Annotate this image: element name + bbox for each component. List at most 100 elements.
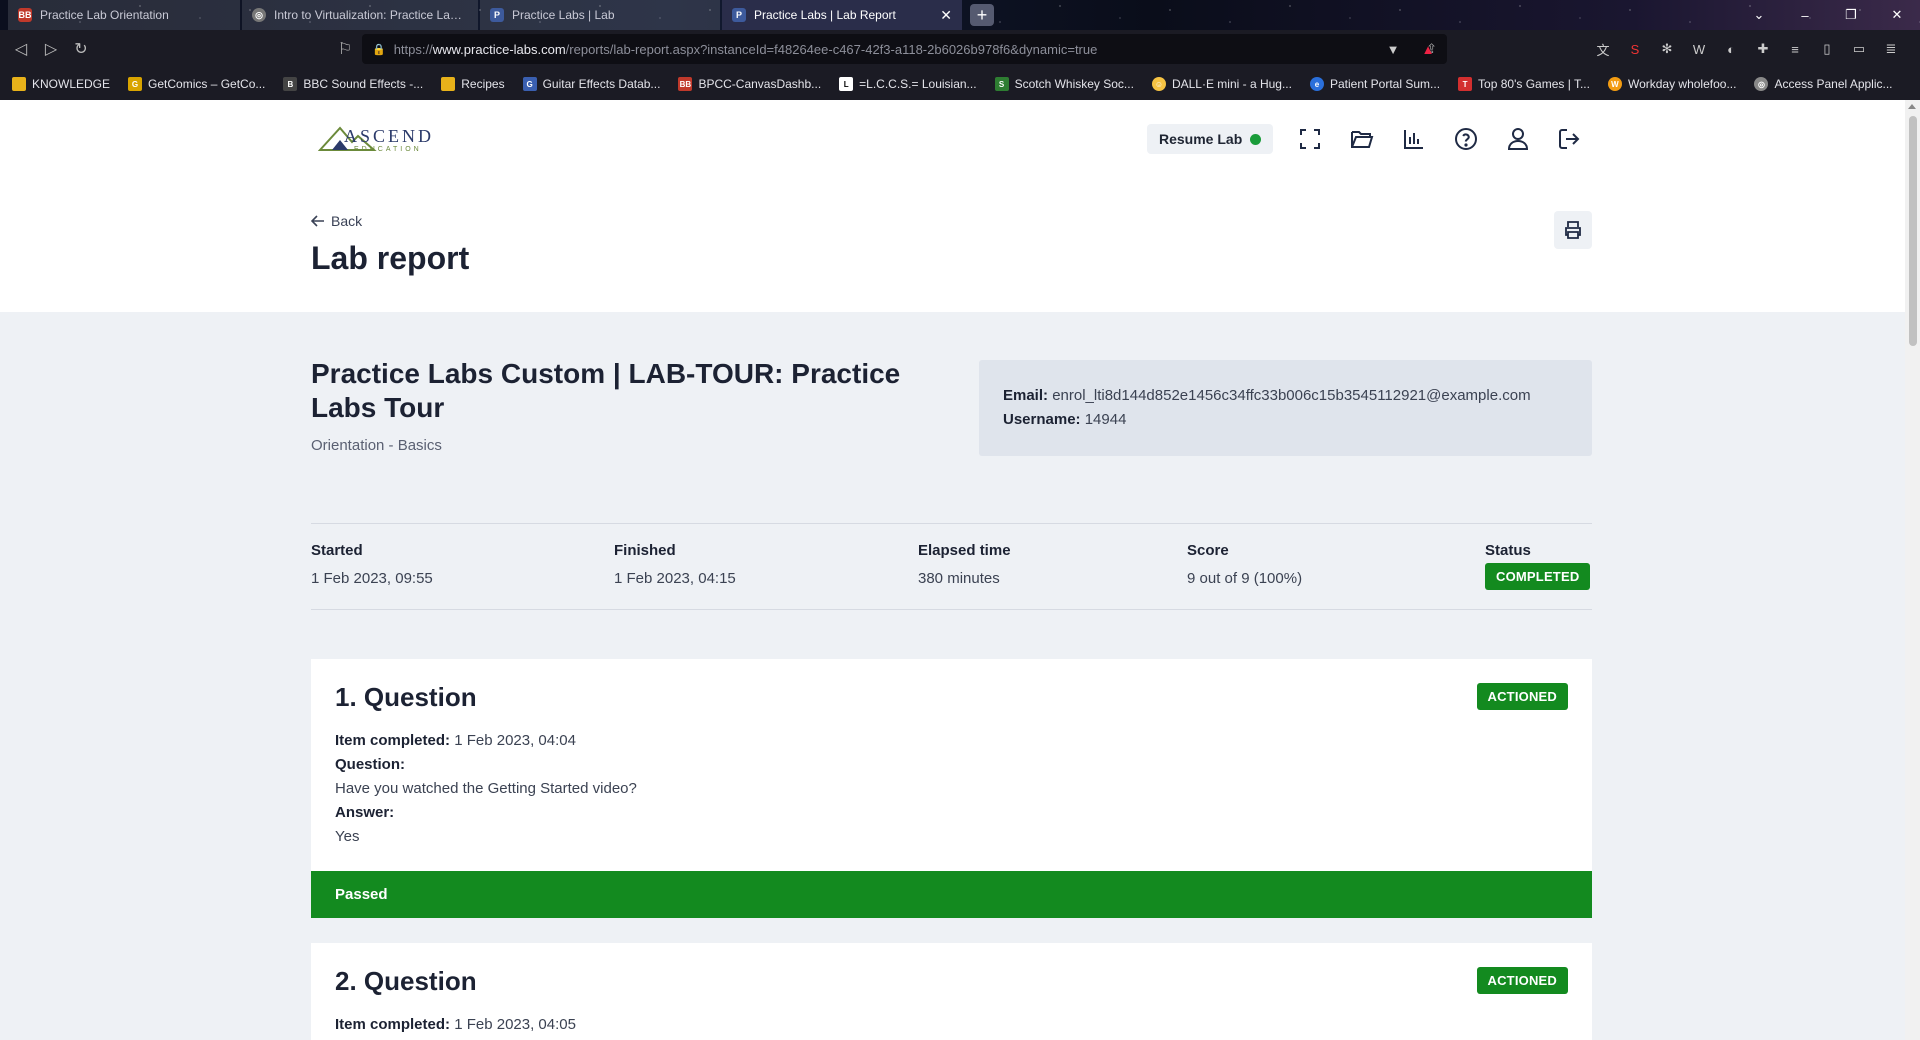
browser-tab-3[interactable]: P Practice Labs | Lab	[480, 0, 720, 30]
header-actions: Resume Lab	[1147, 124, 1585, 154]
s-extension-icon[interactable]: S	[1622, 34, 1648, 64]
browser-tab-4-active[interactable]: P Practice Labs | Lab Report ✕	[722, 0, 962, 30]
restore-icon[interactable]: ❐	[1828, 0, 1874, 30]
tab-label: Intro to Virtualization: Practice Lab Or	[274, 8, 468, 22]
scroll-up-icon[interactable]	[1908, 104, 1916, 109]
brave-rewards-icon[interactable]: ▲	[1415, 34, 1441, 64]
actioned-badge: ACTIONED	[1476, 967, 1568, 994]
globe-favicon-icon: ◎	[252, 8, 266, 22]
browser-toolbar: ◁ ▷ ↻ ⚐ 🔒 https://www.practice-labs.com/…	[0, 30, 1920, 68]
bar-chart-icon[interactable]	[1399, 124, 1429, 154]
bookmark-item[interactable]: e Patient Portal Sum...	[1309, 77, 1440, 91]
close-window-icon[interactable]: ✕	[1874, 0, 1920, 30]
stat-elapsed: Elapsed time 380 minutes	[918, 542, 1011, 587]
username-value: 14944	[1084, 411, 1127, 428]
close-tab-icon[interactable]: ✕	[940, 7, 952, 24]
stat-started: Started 1 Feb 2023, 09:55	[311, 542, 433, 587]
wallet-icon[interactable]: ▭	[1846, 34, 1872, 64]
bookmark-item[interactable]: ◎ Access Panel Applic...	[1754, 77, 1893, 91]
minimize-icon[interactable]: –	[1782, 0, 1828, 30]
email-row: Email: enrol_lti8d144d852e1456c34ffc33b0…	[1003, 387, 1531, 404]
whisky-icon: S	[994, 77, 1009, 91]
question-text: Have you watched the Getting Started vid…	[335, 780, 637, 797]
w-extension-icon[interactable]: W	[1686, 34, 1712, 64]
browser-tab-1[interactable]: BB Practice Lab Orientation	[8, 0, 240, 30]
back-nav-icon[interactable]: ◁	[6, 34, 36, 64]
access-panel-icon: ◎	[1754, 77, 1769, 91]
actioned-badge: ACTIONED	[1476, 683, 1568, 710]
workday-icon: W	[1607, 77, 1622, 91]
print-button[interactable]	[1554, 211, 1592, 249]
bookmark-item[interactable]: W Workday wholefoo...	[1607, 77, 1736, 91]
bookmark-item[interactable]: ☺ DALL·E mini - a Hug...	[1151, 77, 1292, 91]
practicelabs-favicon-icon: P	[732, 8, 746, 22]
logo-text: ASCEND	[344, 126, 435, 146]
lock-icon: 🔒	[372, 43, 386, 56]
lccs-icon: L	[839, 77, 854, 91]
page-content: ASCEND EDUCATION Resume Lab Back Lab rep…	[0, 100, 1905, 1040]
guitar-site-icon: G	[522, 77, 537, 91]
tab-label: Practice Lab Orientation	[40, 8, 169, 22]
brave-shield-icon[interactable]: ▼	[1380, 34, 1406, 64]
edge-icon: e	[1309, 77, 1324, 91]
status-dot-icon	[1250, 133, 1262, 145]
bookmark-item[interactable]: T Top 80's Games | T...	[1458, 77, 1590, 91]
bookmark-item[interactable]: G GetComics – GetCo...	[128, 77, 265, 91]
bookmark-item[interactable]: L =L.C.C.S.= Louisian...	[839, 77, 977, 91]
url-text: https://www.practice-labs.com/reports/la…	[393, 41, 1098, 57]
resume-lab-button[interactable]: Resume Lab	[1147, 124, 1274, 154]
bookmark-item[interactable]: B BBC Sound Effects -...	[283, 77, 423, 91]
practicelabs-favicon-icon: P	[490, 8, 504, 22]
browser-tabbar: BB Practice Lab Orientation ◎ Intro to V…	[0, 0, 1920, 30]
stat-score: Score 9 out of 9 (100%)	[1187, 542, 1303, 587]
page-scrollbar[interactable]	[1905, 100, 1920, 1040]
circle-extension-icon[interactable]: ◐	[1718, 34, 1744, 64]
ascend-logo[interactable]: ASCEND EDUCATION	[317, 122, 431, 156]
user-icon[interactable]	[1503, 124, 1533, 154]
printer-icon	[1565, 221, 1581, 239]
games-icon: T	[1458, 77, 1473, 91]
puzzle-extensions-icon[interactable]: ✚	[1750, 34, 1776, 64]
answer-text: Yes	[335, 828, 360, 845]
scrollbar-thumb[interactable]	[1909, 116, 1917, 346]
browser-tab-2[interactable]: ◎ Intro to Virtualization: Practice Lab …	[242, 0, 478, 30]
sidebar-icon[interactable]: ▯	[1814, 34, 1840, 64]
user-info-box: Email: enrol_lti8d144d852e1456c34ffc33b0…	[979, 360, 1592, 456]
fullscreen-icon[interactable]	[1295, 124, 1325, 154]
translate-extension-icon[interactable]: 文	[1590, 34, 1616, 64]
folder-icon	[441, 77, 456, 91]
canvas-icon: BB	[678, 77, 693, 91]
address-bar[interactable]: 🔒 https://www.practice-labs.com/reports/…	[362, 34, 1447, 64]
tab-label: Practice Labs | Lab Report	[754, 8, 896, 22]
reload-icon[interactable]: ↻	[66, 34, 96, 64]
bookmarks-bar: KNOWLEDGE G GetComics – GetCo... B BBC Sou…	[0, 68, 1920, 100]
extensions-area: 文 S ✻ W ◐ ✚ ≡ ▯ ▭ ≣	[1590, 34, 1904, 64]
bookmark-item[interactable]: BB BPCC-CanvasDashb...	[678, 77, 821, 91]
bookmark-item[interactable]: KNOWLEDGE	[12, 77, 110, 91]
ascend-favicon-icon: BB	[18, 8, 32, 22]
tab-search-icon[interactable]: ⌄	[1736, 0, 1782, 30]
bookmark-item[interactable]: S Scotch Whiskey Soc...	[994, 77, 1134, 91]
logout-icon[interactable]	[1555, 124, 1585, 154]
folder-open-icon[interactable]	[1347, 124, 1377, 154]
atom-extension-icon[interactable]: ✻	[1654, 34, 1680, 64]
menu-icon[interactable]: ≣	[1878, 34, 1904, 64]
bookmark-icon[interactable]: ⚐	[330, 34, 360, 64]
playlist-icon[interactable]: ≡	[1782, 34, 1808, 64]
back-link[interactable]: Back	[311, 213, 362, 229]
username-row: Username: 14944	[1003, 411, 1127, 428]
getcomics-icon: G	[128, 77, 143, 91]
lab-title: Practice Labs Custom | LAB-TOUR: Practic…	[311, 358, 901, 423]
bbc-icon: B	[283, 77, 298, 91]
help-icon[interactable]	[1451, 124, 1481, 154]
tab-label: Practice Labs | Lab	[512, 8, 615, 22]
forward-nav-icon[interactable]: ▷	[36, 34, 66, 64]
bookmark-item[interactable]: Recipes	[441, 77, 505, 91]
question-body: Item completed: 1 Feb 2023, 04:04 Questi…	[335, 729, 637, 849]
bookmark-item[interactable]: G Guitar Effects Datab...	[522, 77, 660, 91]
huggingface-icon: ☺	[1151, 77, 1166, 91]
lab-subtitle: Orientation - Basics	[311, 437, 442, 454]
question-body: Item completed: 1 Feb 2023, 04:05	[335, 1016, 576, 1033]
new-tab-button[interactable]: +	[970, 4, 994, 26]
question-card: 2. Question ACTIONED Item completed: 1 F…	[311, 943, 1592, 1040]
